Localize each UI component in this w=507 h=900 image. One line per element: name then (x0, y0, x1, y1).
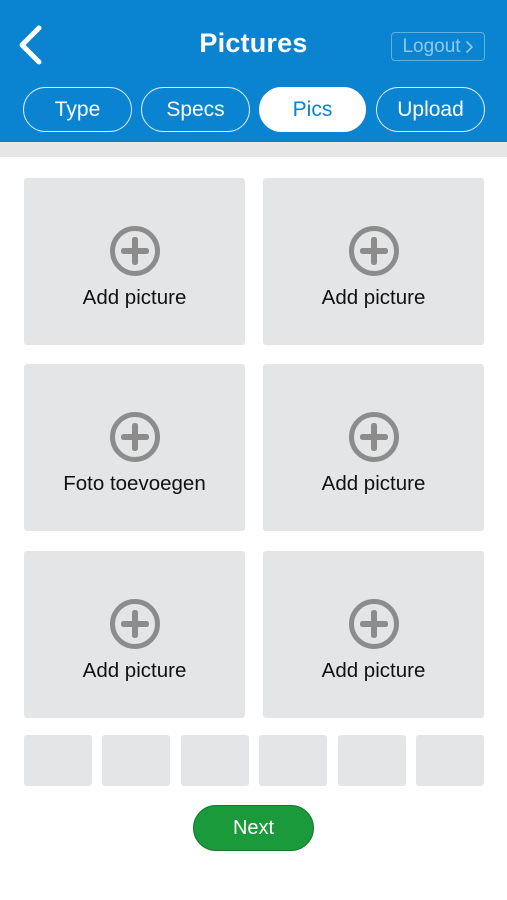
slot-label: Add picture (321, 659, 426, 682)
tab-specs[interactable]: Specs (141, 87, 250, 132)
plus-circle-icon (348, 226, 399, 276)
thumbnail-2[interactable] (102, 735, 170, 786)
add-picture-slot-3[interactable]: Foto toevoegen (24, 364, 245, 531)
add-picture-slot-6[interactable]: Add picture (263, 551, 484, 718)
plus-circle-icon (348, 412, 399, 462)
back-button[interactable] (10, 22, 50, 68)
slot-label: Add picture (82, 286, 187, 309)
slot-label: Add picture (82, 659, 187, 682)
add-picture-slot-1[interactable]: Add picture (24, 178, 245, 345)
plus-circle-icon (348, 599, 399, 649)
header-divider (0, 142, 507, 157)
header-bar: Pictures Logout Type Specs Pics Upload (0, 0, 507, 142)
plus-circle-icon (109, 226, 160, 276)
thumbnail-1[interactable] (24, 735, 92, 786)
thumbnail-3[interactable] (181, 735, 249, 786)
thumbnail-4[interactable] (259, 735, 327, 786)
add-picture-slot-4[interactable]: Add picture (263, 364, 484, 531)
slot-label: Add picture (321, 286, 426, 309)
tab-type[interactable]: Type (23, 87, 132, 132)
thumbnail-5[interactable] (338, 735, 406, 786)
chevron-right-icon (465, 40, 473, 53)
plus-circle-icon (109, 412, 160, 462)
plus-circle-icon (109, 599, 160, 649)
add-picture-slot-5[interactable]: Add picture (24, 551, 245, 718)
next-button[interactable]: Next (193, 805, 314, 851)
chevron-left-icon (19, 25, 42, 65)
logout-label: Logout (402, 35, 461, 57)
step-tabs: Type Specs Pics Upload (23, 87, 485, 133)
thumbnail-6[interactable] (416, 735, 484, 786)
slot-label: Foto toevoegen (63, 472, 206, 495)
pictures-screen: Pictures Logout Type Specs Pics Upload A… (0, 0, 507, 900)
add-picture-slot-2[interactable]: Add picture (263, 178, 484, 345)
slot-label: Add picture (321, 472, 426, 495)
logout-button[interactable]: Logout (391, 32, 485, 61)
tab-upload[interactable]: Upload (376, 87, 485, 132)
tab-pics[interactable]: Pics (259, 87, 366, 132)
